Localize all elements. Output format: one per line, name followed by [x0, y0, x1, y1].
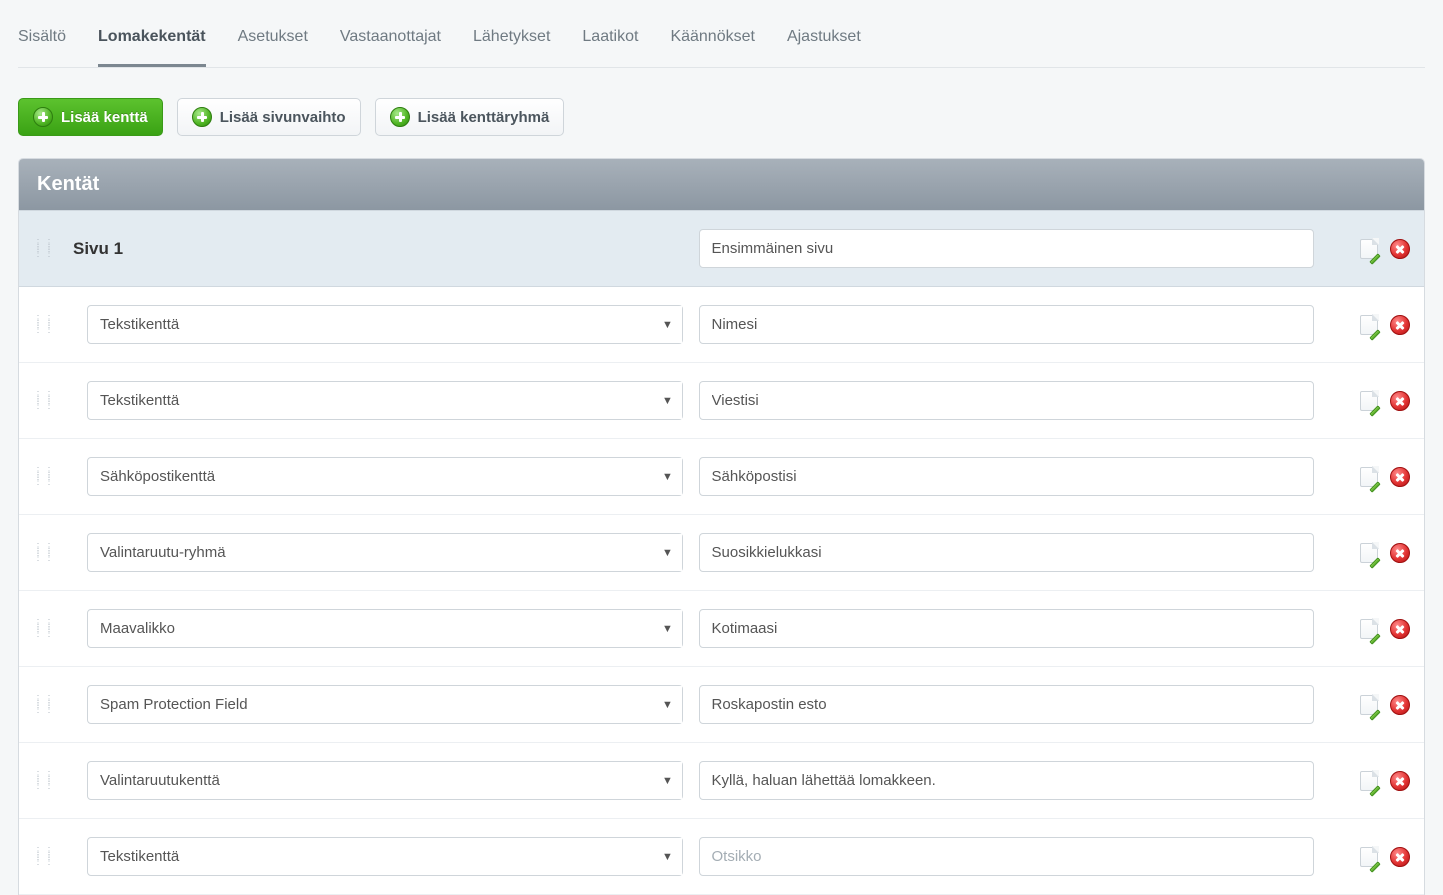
add-pagebreak-label: Lisää sivunvaihto: [220, 109, 346, 126]
fields-panel: Kentät ⋮⋮⋮⋮⋮⋮ Sivu 1 ⋮⋮⋮⋮⋮⋮Tekstikenttä▼…: [18, 158, 1425, 895]
drag-handle-icon[interactable]: ⋮⋮⋮⋮⋮⋮: [33, 241, 45, 256]
field-type-select[interactable]: Maavalikko: [87, 609, 683, 648]
add-pagebreak-button[interactable]: Lisää sivunvaihto: [177, 98, 361, 136]
delete-icon[interactable]: [1390, 239, 1410, 259]
drag-handle-icon[interactable]: ⋮⋮⋮⋮⋮⋮: [33, 393, 45, 408]
row-actions: [1330, 695, 1410, 715]
edit-icon[interactable]: [1360, 239, 1378, 259]
tab-sisältö[interactable]: Sisältö: [18, 28, 66, 67]
delete-icon[interactable]: [1390, 695, 1410, 715]
edit-icon[interactable]: [1360, 467, 1378, 487]
panel-title: Kentät: [19, 159, 1424, 210]
add-field-button[interactable]: Lisää kenttä: [18, 98, 163, 136]
page-name-input[interactable]: [699, 229, 1315, 268]
tab-lomakekentät[interactable]: Lomakekentät: [98, 28, 206, 67]
delete-icon[interactable]: [1390, 771, 1410, 791]
page-row: ⋮⋮⋮⋮⋮⋮ Sivu 1: [19, 210, 1424, 287]
row-actions: [1330, 619, 1410, 639]
field-row: ⋮⋮⋮⋮⋮⋮Tekstikenttä▼: [19, 363, 1424, 439]
add-fieldgroup-button[interactable]: Lisää kenttäryhmä: [375, 98, 565, 136]
field-type-select[interactable]: Sähköpostikenttä: [87, 457, 683, 496]
drag-handle-icon[interactable]: ⋮⋮⋮⋮⋮⋮: [33, 545, 45, 560]
field-type-select[interactable]: Valintaruutu-ryhmä: [87, 533, 683, 572]
field-row: ⋮⋮⋮⋮⋮⋮Tekstikenttä▼: [19, 287, 1424, 363]
tab-ajastukset[interactable]: Ajastukset: [787, 28, 861, 67]
field-label-input[interactable]: [699, 609, 1315, 648]
tab-lähetykset[interactable]: Lähetykset: [473, 28, 550, 67]
row-actions: [1330, 239, 1410, 259]
edit-icon[interactable]: [1360, 695, 1378, 715]
drag-handle-icon[interactable]: ⋮⋮⋮⋮⋮⋮: [33, 621, 45, 636]
field-label-input[interactable]: [699, 381, 1315, 420]
field-row: ⋮⋮⋮⋮⋮⋮Valintaruutukenttä▼: [19, 743, 1424, 819]
field-label-input[interactable]: [699, 837, 1315, 876]
field-row: ⋮⋮⋮⋮⋮⋮Maavalikko▼: [19, 591, 1424, 667]
field-row: ⋮⋮⋮⋮⋮⋮Sähköpostikenttä▼: [19, 439, 1424, 515]
field-label-input[interactable]: [699, 305, 1315, 344]
edit-icon[interactable]: [1360, 391, 1378, 411]
delete-icon[interactable]: [1390, 619, 1410, 639]
field-label-input[interactable]: [699, 457, 1315, 496]
row-actions: [1330, 543, 1410, 563]
field-label-input[interactable]: [699, 761, 1315, 800]
page-label: Sivu 1: [67, 239, 683, 259]
tab-käännökset[interactable]: Käännökset: [670, 28, 755, 67]
row-actions: [1330, 771, 1410, 791]
tab-asetukset[interactable]: Asetukset: [238, 28, 308, 67]
row-actions: [1330, 391, 1410, 411]
edit-icon[interactable]: [1360, 315, 1378, 335]
edit-icon[interactable]: [1360, 543, 1378, 563]
edit-icon[interactable]: [1360, 619, 1378, 639]
drag-handle-icon[interactable]: ⋮⋮⋮⋮⋮⋮: [33, 697, 45, 712]
drag-handle-icon[interactable]: ⋮⋮⋮⋮⋮⋮: [33, 317, 45, 332]
field-row: ⋮⋮⋮⋮⋮⋮Tekstikenttä▼: [19, 819, 1424, 895]
field-label-input[interactable]: [699, 685, 1315, 724]
field-row: ⋮⋮⋮⋮⋮⋮Valintaruutu-ryhmä▼: [19, 515, 1424, 591]
row-actions: [1330, 467, 1410, 487]
field-label-input[interactable]: [699, 533, 1315, 572]
field-row: ⋮⋮⋮⋮⋮⋮Spam Protection Field▼: [19, 667, 1424, 743]
drag-handle-icon[interactable]: ⋮⋮⋮⋮⋮⋮: [33, 773, 45, 788]
toolbar: Lisää kenttä Lisää sivunvaihto Lisää ken…: [18, 68, 1425, 158]
row-actions: [1330, 315, 1410, 335]
add-fieldgroup-label: Lisää kenttäryhmä: [418, 109, 550, 126]
field-type-select[interactable]: Spam Protection Field: [87, 685, 683, 724]
delete-icon[interactable]: [1390, 391, 1410, 411]
edit-icon[interactable]: [1360, 771, 1378, 791]
add-field-label: Lisää kenttä: [61, 109, 148, 126]
field-type-select[interactable]: Tekstikenttä: [87, 305, 683, 344]
plus-icon: [33, 107, 53, 127]
plus-icon: [390, 107, 410, 127]
tab-vastaanottajat[interactable]: Vastaanottajat: [340, 28, 441, 67]
field-type-select[interactable]: Valintaruutukenttä: [87, 761, 683, 800]
field-type-select[interactable]: Tekstikenttä: [87, 381, 683, 420]
tab-laatikot[interactable]: Laatikot: [582, 28, 638, 67]
delete-icon[interactable]: [1390, 543, 1410, 563]
delete-icon[interactable]: [1390, 315, 1410, 335]
tab-bar: Sisältö Lomakekentät Asetukset Vastaanottaj…: [18, 0, 1425, 68]
plus-icon: [192, 107, 212, 127]
drag-handle-icon[interactable]: ⋮⋮⋮⋮⋮⋮: [33, 849, 45, 864]
field-type-select[interactable]: Tekstikenttä: [87, 837, 683, 876]
delete-icon[interactable]: [1390, 467, 1410, 487]
drag-handle-icon[interactable]: ⋮⋮⋮⋮⋮⋮: [33, 469, 45, 484]
